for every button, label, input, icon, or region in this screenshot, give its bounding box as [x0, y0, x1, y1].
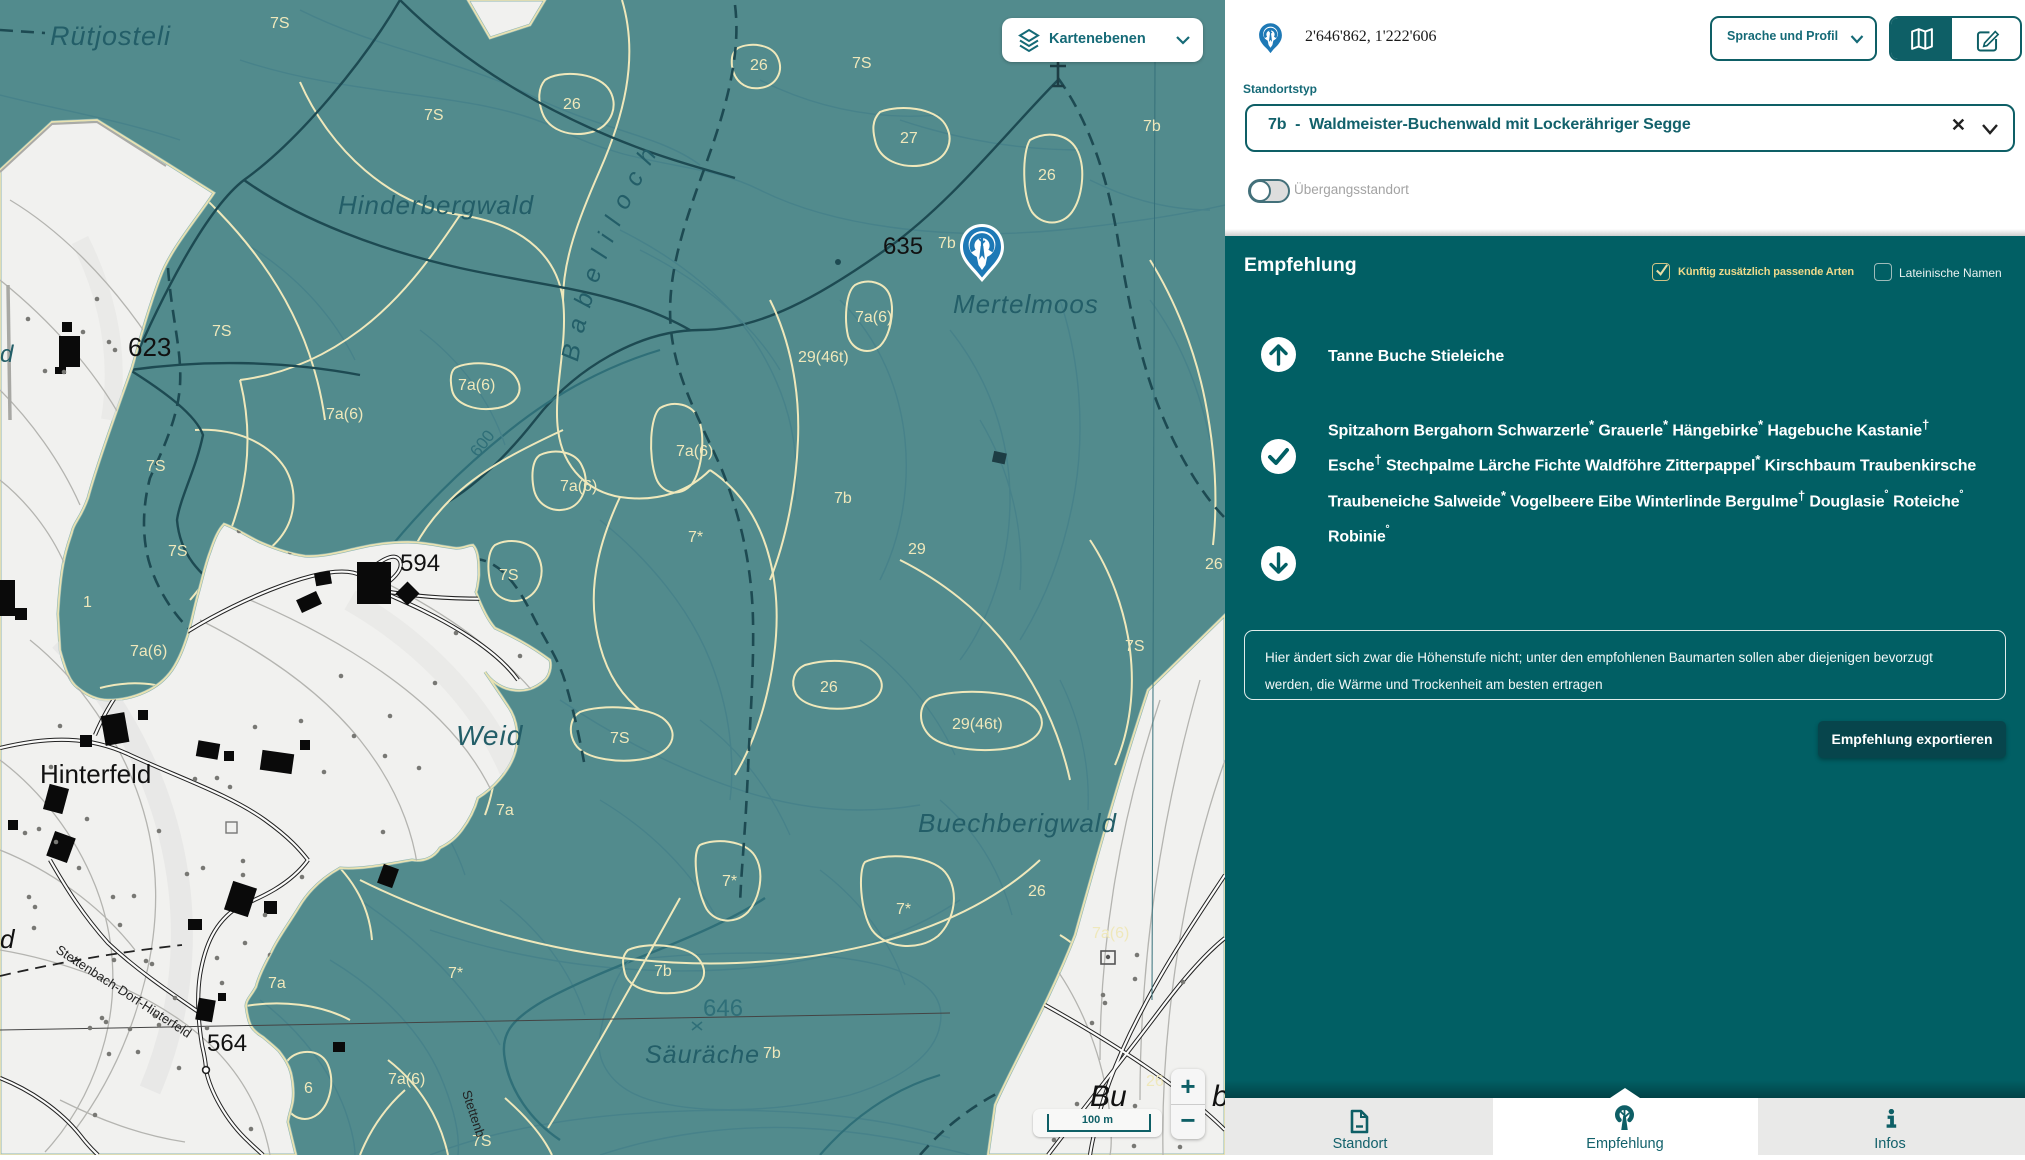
svg-text:26: 26: [563, 96, 581, 113]
svg-text:7a: 7a: [268, 975, 286, 992]
svg-text:26: 26: [1028, 883, 1046, 900]
svg-text:7a(6): 7a(6): [676, 443, 713, 460]
svg-text:7S: 7S: [852, 55, 872, 72]
svg-text:1: 1: [83, 594, 92, 611]
svg-text:7S: 7S: [146, 458, 166, 475]
svg-text:564: 564: [207, 1030, 247, 1057]
svg-text:7a(6): 7a(6): [388, 1071, 425, 1088]
svg-text:7*: 7*: [896, 901, 911, 918]
svg-text:7*: 7*: [688, 529, 703, 546]
svg-text:29(46t): 29(46t): [952, 716, 1003, 733]
svg-text:7a(6): 7a(6): [560, 478, 597, 495]
svg-text:7b: 7b: [834, 490, 852, 507]
svg-text:7S: 7S: [499, 567, 519, 584]
svg-text:7S: 7S: [270, 15, 290, 32]
svg-text:7S: 7S: [610, 730, 630, 747]
svg-text:7a(6): 7a(6): [458, 377, 495, 394]
svg-text:7b: 7b: [1143, 118, 1161, 135]
svg-text:7b: 7b: [654, 963, 672, 980]
svg-text:635: 635: [883, 233, 923, 260]
svg-text:646: 646: [703, 995, 743, 1022]
svg-text:26: 26: [820, 679, 838, 696]
svg-text:Säuräche: Säuräche: [645, 1041, 760, 1069]
svg-text:7S: 7S: [424, 107, 444, 124]
svg-text:b: b: [1212, 1080, 1225, 1113]
svg-text:Mertelmoos: Mertelmoos: [953, 289, 1099, 319]
svg-text:26: 26: [1038, 167, 1056, 184]
svg-text:29(46t): 29(46t): [798, 349, 849, 366]
svg-text:7b: 7b: [938, 235, 956, 252]
svg-text:7*: 7*: [722, 873, 737, 890]
svg-text:26: 26: [1146, 1073, 1164, 1090]
svg-text:29: 29: [908, 541, 926, 558]
svg-text:7*: 7*: [448, 965, 463, 982]
svg-text:6: 6: [304, 1080, 313, 1097]
svg-text:7S: 7S: [1125, 638, 1145, 655]
svg-text:26: 26: [1205, 556, 1223, 573]
svg-text:26: 26: [750, 57, 768, 74]
svg-text:d: d: [0, 341, 14, 368]
svg-text:7S: 7S: [212, 323, 232, 340]
svg-text:Rütjosteli: Rütjosteli: [50, 21, 171, 51]
svg-text:594: 594: [400, 550, 440, 577]
svg-text:623: 623: [128, 332, 171, 362]
svg-text:Hinterfeld: Hinterfeld: [40, 759, 151, 789]
svg-text:7a: 7a: [496, 802, 514, 819]
svg-text:7a(6): 7a(6): [855, 309, 892, 326]
svg-text:7b: 7b: [763, 1045, 781, 1062]
svg-text:7S: 7S: [168, 543, 188, 560]
svg-text:7a(6): 7a(6): [130, 643, 167, 660]
svg-text:d: d: [0, 924, 16, 954]
svg-text:Hinderbergwald: Hinderbergwald: [338, 190, 535, 220]
svg-text:7a(6): 7a(6): [1092, 925, 1129, 942]
svg-text:Weid: Weid: [456, 720, 524, 751]
svg-text:7a(6): 7a(6): [326, 406, 363, 423]
svg-text:27: 27: [900, 130, 918, 147]
svg-text:Buechberigwald: Buechberigwald: [918, 808, 1118, 838]
